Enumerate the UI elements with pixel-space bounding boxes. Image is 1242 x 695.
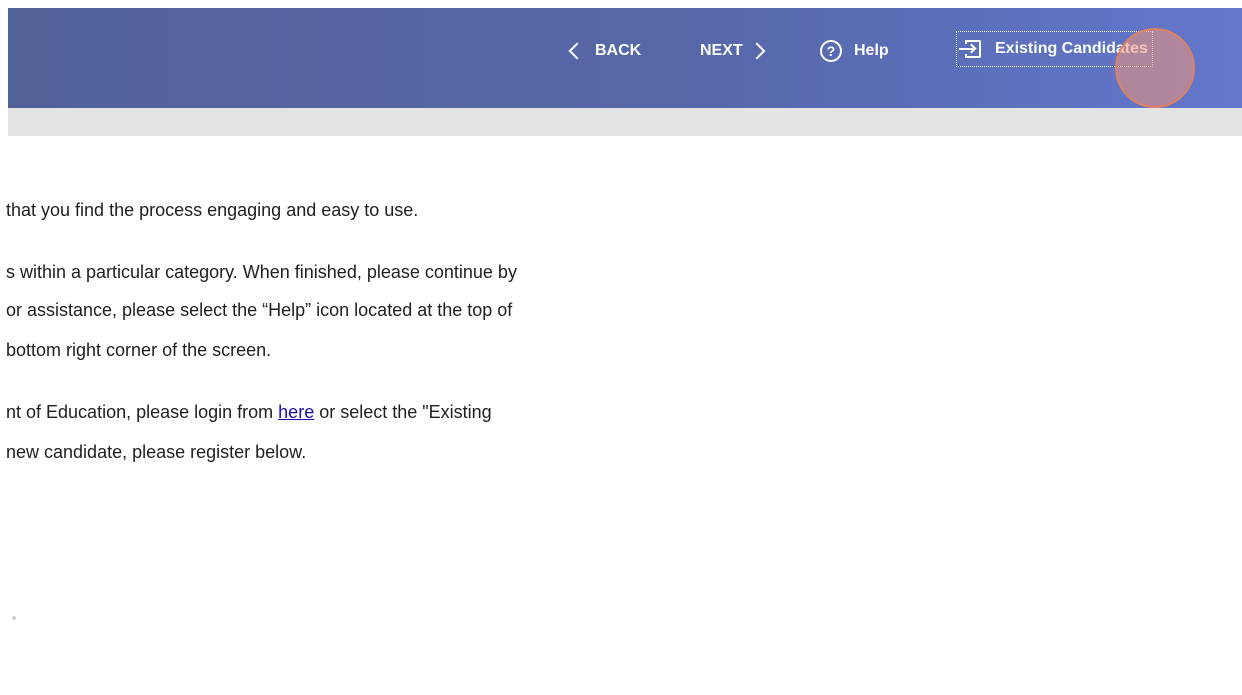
back-label: BACK [595, 42, 642, 59]
existing-candidates-button[interactable]: Existing Candidates [956, 31, 1153, 67]
paragraph-3-line-1-start: nt of Education, please login from [6, 402, 279, 422]
page: BACK NEXT ? Help Existing Candidates tha… [0, 0, 1242, 695]
login-icon [959, 40, 983, 58]
help-label: Help [854, 42, 889, 59]
paragraph-3-line-1: nt of Education, please login from here … [6, 402, 492, 423]
back-button[interactable]: BACK [565, 38, 641, 64]
next-button[interactable]: NEXT [700, 38, 769, 64]
help-circle-icon: ? [820, 40, 842, 62]
sub-header-bar [8, 108, 1242, 136]
next-label: NEXT [700, 42, 743, 59]
decorative-dot [12, 616, 16, 620]
chevron-left-icon [568, 42, 586, 60]
existing-candidates-label: Existing Candidates [995, 40, 1148, 57]
paragraph-2-line-1: s within a particular category. When fin… [6, 262, 517, 282]
chevron-right-icon [748, 42, 766, 60]
paragraph-3-line-2: new candidate, please register below. [6, 442, 307, 462]
paragraph-2-line-3: bottom right corner of the screen. [6, 340, 272, 360]
login-here-link[interactable]: here [278, 402, 314, 422]
paragraph-3-line-1-end: or select the "Existing [314, 402, 492, 422]
paragraph-1-line-1: that you find the process engaging and e… [6, 200, 419, 220]
paragraph-2-line-2: or assistance, please select the “Help” … [6, 300, 513, 320]
help-button[interactable]: ? Help [820, 38, 889, 64]
